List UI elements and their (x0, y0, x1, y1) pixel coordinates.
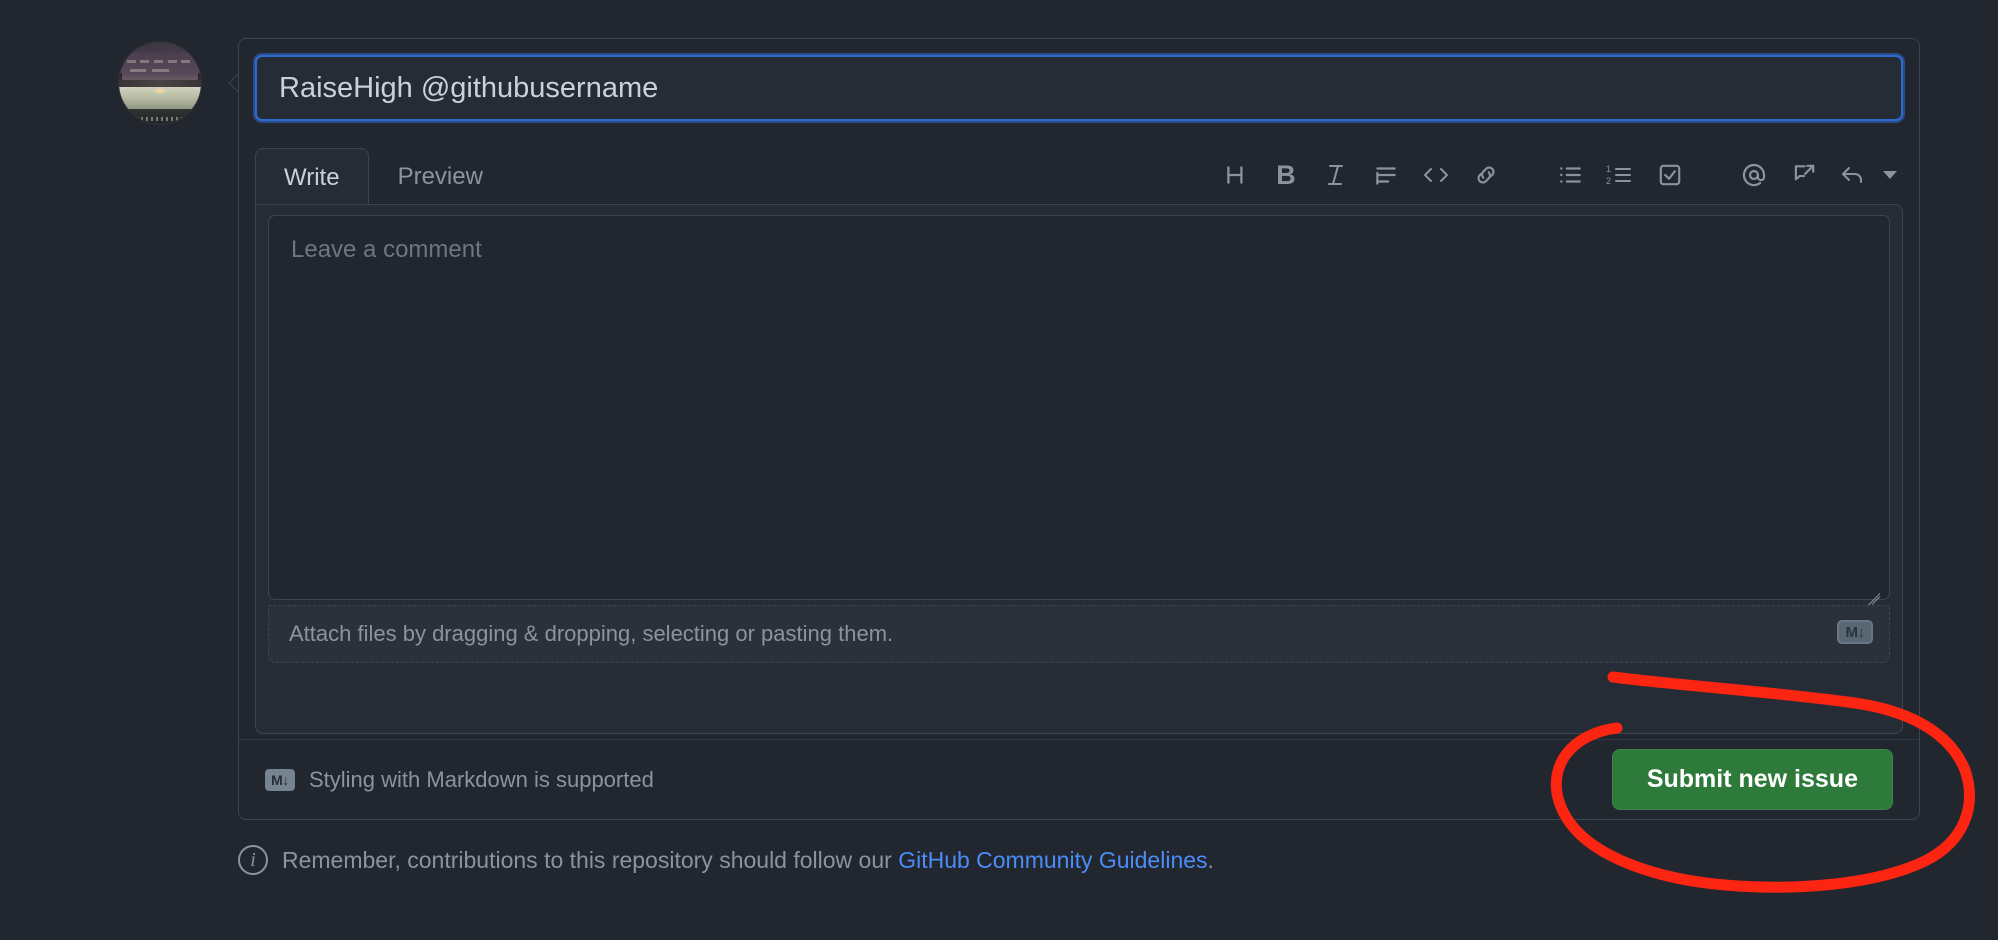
avatar-window (129, 68, 147, 73)
avatar-window (181, 59, 191, 64)
markdown-supported-label: Styling with Markdown is supported (309, 766, 654, 792)
task-list-icon[interactable] (1649, 154, 1691, 196)
markdown-icon: M↓ (265, 768, 295, 791)
italic-icon[interactable] (1315, 154, 1357, 196)
avatar-window (126, 59, 136, 64)
ordered-list-icon[interactable]: 1 2 (1599, 154, 1641, 196)
issue-title-input[interactable] (255, 55, 1903, 121)
community-guidelines-text: Remember, contributions to this reposito… (282, 847, 1214, 874)
code-icon[interactable] (1415, 154, 1457, 196)
new-issue-panel: Write Preview B (238, 38, 1920, 820)
comment-input[interactable] (268, 215, 1890, 600)
avatar-window (152, 68, 170, 73)
mention-icon[interactable] (1733, 154, 1775, 196)
tab-write[interactable]: Write (255, 148, 369, 206)
markdown-badge-icon: M↓ (1837, 620, 1873, 644)
editor-tabs: Write Preview (255, 147, 512, 206)
github-community-guidelines-link[interactable]: GitHub Community Guidelines (898, 847, 1207, 873)
avatar-light-glow (153, 87, 167, 94)
comment-editor-body: Attach files by dragging & dropping, sel… (255, 204, 1903, 734)
attach-files-row[interactable]: Attach files by dragging & dropping, sel… (268, 605, 1890, 663)
saved-replies-icon[interactable] (1833, 154, 1875, 196)
markdown-supported-note[interactable]: M↓ Styling with Markdown is supported (265, 767, 654, 793)
svg-text:2: 2 (1606, 176, 1611, 186)
avatar-window (140, 59, 150, 64)
quote-icon[interactable] (1365, 154, 1407, 196)
avatar-building (122, 53, 198, 82)
tab-preview[interactable]: Preview (369, 147, 512, 205)
chevron-down-icon[interactable] (1879, 154, 1901, 196)
unordered-list-icon[interactable] (1549, 154, 1591, 196)
screen-root: Write Preview B (0, 0, 1998, 940)
community-guidelines-prefix: Remember, contributions to this reposito… (282, 846, 899, 873)
editor-footer: M↓ Styling with Markdown is supported Su… (239, 739, 1919, 819)
info-icon: i (238, 845, 268, 875)
markdown-badge-text: M↓ (1845, 623, 1866, 641)
cross-reference-icon[interactable] (1783, 154, 1825, 196)
avatar-window (153, 59, 163, 64)
bold-icon[interactable]: B (1265, 154, 1307, 196)
markdown-toolbar: B 1 2 (1211, 147, 1901, 203)
community-guidelines-suffix: . (1207, 846, 1214, 873)
avatar-detail-dots (125, 116, 190, 121)
link-icon[interactable] (1465, 154, 1507, 196)
avatar-image (119, 42, 201, 124)
community-guidelines-note: i Remember, contributions to this reposi… (238, 845, 1214, 875)
heading-icon[interactable] (1215, 154, 1257, 196)
svg-text:1: 1 (1606, 164, 1611, 174)
submit-new-issue-button[interactable]: Submit new issue (1611, 749, 1893, 810)
avatar-window (167, 59, 177, 64)
title-row (255, 55, 1903, 121)
avatar[interactable] (119, 42, 201, 124)
attach-files-label: Attach files by dragging & dropping, sel… (289, 621, 894, 646)
